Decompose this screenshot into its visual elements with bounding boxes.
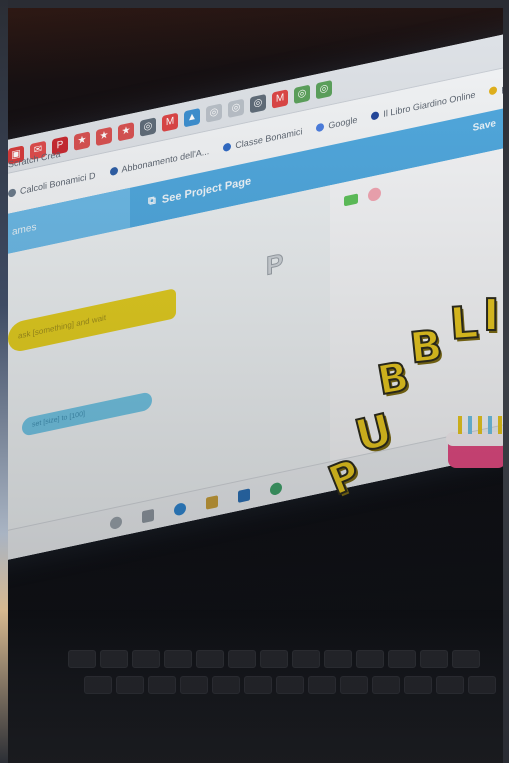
keyboard-key	[84, 676, 112, 694]
candle	[498, 416, 502, 434]
bookmark-label: Abbonamento dell'A...	[121, 146, 210, 175]
bookmark-favicon	[8, 188, 16, 198]
globe-icon[interactable]: ◎	[316, 79, 332, 99]
keyboard-key	[260, 650, 288, 668]
title-letter: B	[407, 319, 446, 373]
bookmark-favicon	[371, 110, 380, 121]
keyboard-key	[68, 650, 96, 668]
keyboard-key	[164, 650, 192, 668]
bookmark-item[interactable]: Google	[316, 115, 357, 134]
bookmark-label: Il Libro Giardino Online	[383, 89, 476, 120]
keyboard-key	[116, 676, 144, 694]
bookmark-item[interactable]: Calcoli Bonamici D	[8, 170, 96, 199]
mail-icon[interactable]: M	[272, 88, 288, 109]
keyboard-key	[212, 676, 240, 694]
search-icon[interactable]	[110, 515, 122, 530]
globe-icon[interactable]: ◎	[206, 102, 222, 123]
keyboard-key	[100, 650, 128, 668]
keyboard-key	[372, 676, 400, 694]
bookmark-icon[interactable]: ★	[118, 121, 134, 141]
photo-frame-top	[0, 0, 509, 8]
candle	[458, 416, 462, 434]
keyboard-key	[356, 650, 384, 668]
bookmark-favicon	[109, 166, 118, 177]
keyboard-key	[132, 650, 160, 668]
keyboard-key	[468, 676, 496, 694]
keyboard-key	[420, 650, 448, 668]
photo-frame-left	[0, 0, 8, 763]
chrome-icon[interactable]	[270, 481, 282, 496]
candle	[488, 416, 492, 434]
bookmark-item[interactable]: Abbonamento dell'A...	[109, 146, 210, 177]
code-block-sensing[interactable]: ask [something] and wait	[8, 288, 176, 354]
bookmark-label: Google	[328, 114, 358, 131]
globe-icon[interactable]: ◎	[294, 84, 310, 104]
keyboard-key	[452, 650, 480, 668]
keyboard-key	[228, 650, 256, 668]
candle	[478, 416, 482, 434]
save-button[interactable]: Save	[473, 118, 496, 134]
globe-icon[interactable]: ◎	[228, 98, 244, 118]
keyboard-key	[148, 676, 176, 694]
store-icon[interactable]	[238, 487, 250, 503]
keyboard-key	[340, 676, 368, 694]
keyboard-key	[180, 676, 208, 694]
cake-frosting	[446, 432, 508, 446]
keyboard-key	[276, 676, 304, 694]
bookmark-label: Calcoli Bonamici D	[20, 170, 96, 197]
folder-icon	[489, 85, 498, 96]
title-letter: I	[482, 289, 500, 342]
drive-icon[interactable]: ▲	[184, 107, 200, 127]
photo-frame-right	[503, 0, 509, 763]
title-letter: L	[447, 296, 481, 351]
laptop-keyboard	[8, 610, 503, 763]
sprite-thumbnail[interactable]: P	[266, 247, 284, 282]
globe-icon[interactable]: ◎	[140, 116, 156, 137]
see-project-page-label: See Project Page	[161, 174, 252, 206]
keyboard-key	[436, 676, 464, 694]
code-block-looks[interactable]: set [size] to [100]	[22, 391, 152, 437]
keyboard-key	[244, 676, 272, 694]
google-icon	[316, 122, 325, 133]
keyboard-key	[404, 676, 432, 694]
keyboard-key	[196, 650, 224, 668]
bookmark-icon[interactable]: ★	[96, 126, 112, 146]
keyboard-key	[308, 676, 336, 694]
edge-icon[interactable]	[174, 501, 186, 517]
task-view-icon[interactable]	[142, 508, 154, 523]
keyboard-key	[324, 650, 352, 668]
globe-icon[interactable]: ◎	[250, 93, 266, 113]
keyboard-key	[388, 650, 416, 668]
bookmark-label: Classe Bonamici	[235, 126, 303, 151]
bookmark-item[interactable]: Classe Bonamici	[223, 126, 302, 153]
keyboard-key	[292, 650, 320, 668]
mail-icon[interactable]: M	[162, 112, 178, 132]
candle	[468, 416, 472, 434]
project-page-icon: ⧉	[148, 194, 156, 209]
folder-icon[interactable]	[206, 494, 218, 510]
bookmark-icon[interactable]: ★	[74, 130, 90, 151]
bookmark-favicon	[223, 142, 232, 153]
